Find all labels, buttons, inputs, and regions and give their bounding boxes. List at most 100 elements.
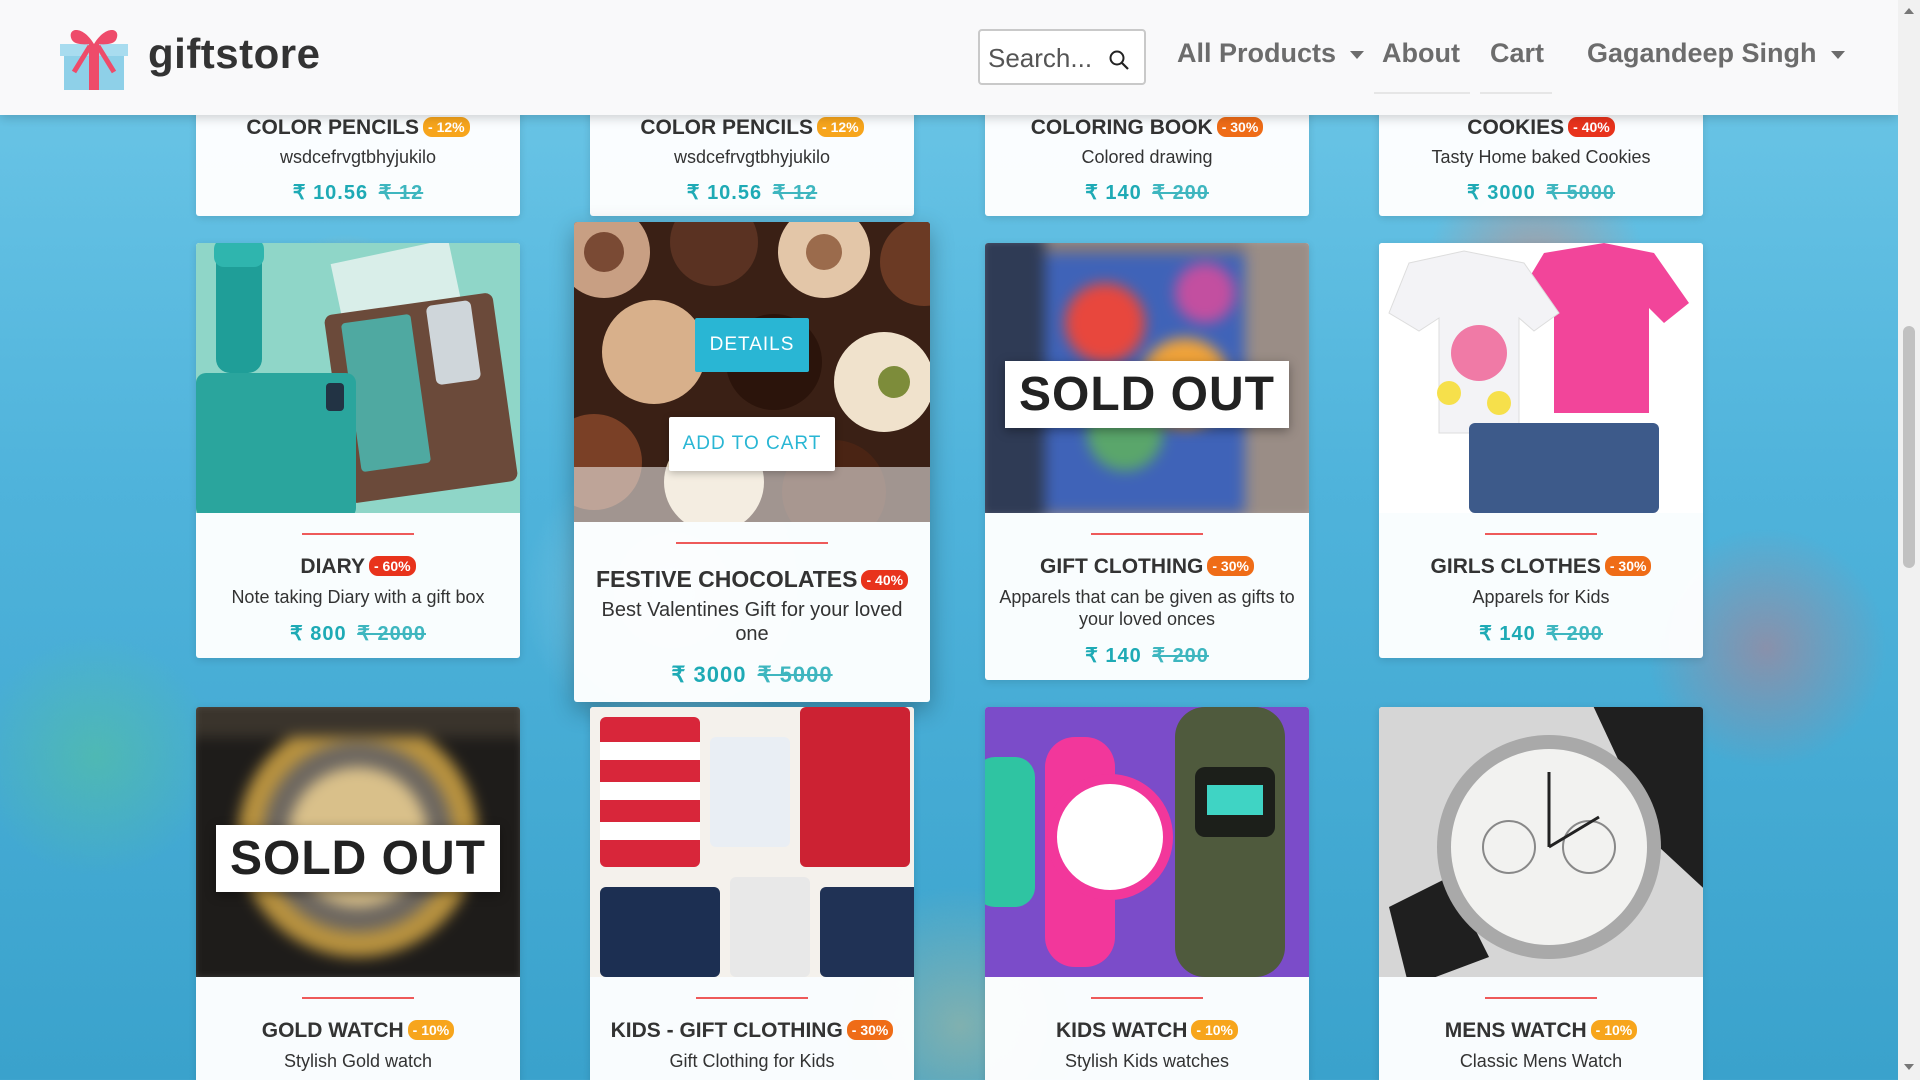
user-name: Gagandeep Singh [1587, 38, 1817, 68]
product-card-gold-watch[interactable]: SOLD OUT GOLD WATCH - 10% Stylish Gold wa… [196, 707, 520, 1080]
discount-badge: - 30% [1207, 556, 1254, 576]
product-price: ₹ 140 ₹ 200 [985, 180, 1309, 205]
product-description: Stylish Gold watch [283, 1051, 433, 1071]
divider [1485, 533, 1597, 535]
nav-all-products[interactable]: All Products [1177, 38, 1365, 69]
old-price: ₹ 200 [1152, 182, 1209, 204]
product-title: GOLD WATCH [261, 1019, 404, 1042]
gift-clothing-image: SOLD OUT [985, 243, 1309, 513]
current-price: ₹ 3000 [671, 662, 747, 687]
scroll-thumb[interactable] [1903, 326, 1915, 568]
product-title: KIDS WATCH [1055, 1019, 1188, 1042]
discount-badge: - 30% [1216, 117, 1264, 137]
nav-about[interactable]: About [1382, 38, 1460, 69]
product-price: ₹ 140 ₹ 200 [985, 643, 1309, 668]
product-price: ₹ 10.56 ₹ 12 [196, 180, 520, 205]
mens-watch-image [1379, 707, 1703, 977]
product-description: wsdcefrvgtbhyjukilo [279, 147, 437, 167]
search-icon[interactable] [1108, 49, 1130, 71]
product-card-girls-clothes[interactable]: GIRLS CLOTHES - 30% Apparels for Kids ₹ 1… [1379, 243, 1703, 658]
product-price: ₹ 3000 ₹ 5000 [1379, 180, 1703, 205]
product-description: Tasty Home baked Cookies [1431, 147, 1651, 167]
product-description: Apparels for Kids [1472, 587, 1610, 607]
kids-clothing-image [590, 707, 914, 977]
product-title: GIRLS CLOTHES [1430, 555, 1601, 578]
current-price: ₹ 800 [290, 623, 347, 645]
top-navbar: giftstore All Products About Cart Gagand… [0, 0, 1898, 115]
product-price: ₹ 10.56 ₹ 12 [590, 180, 914, 205]
old-price: ₹ 200 [1546, 623, 1603, 645]
old-price: ₹ 12 [378, 182, 424, 204]
old-price: ₹ 5000 [757, 662, 833, 687]
product-title: COLOR PENCILS [640, 116, 814, 139]
divider [676, 542, 828, 544]
gold-watch-image: SOLD OUT [196, 707, 520, 977]
current-price: ₹ 140 [1085, 182, 1142, 204]
product-title: COOKIES [1467, 116, 1565, 139]
sold-out-label: SOLD OUT [1005, 361, 1289, 428]
product-description: Gift Clothing for Kids [669, 1051, 835, 1071]
divider [1091, 533, 1203, 535]
discount-badge: - 12% [817, 117, 864, 137]
product-card-kids-clothing[interactable]: KIDS - GIFT CLOTHING - 30% Gift Clothing … [590, 707, 914, 1080]
product-description: Stylish Kids watches [1064, 1051, 1230, 1071]
divider [696, 997, 808, 999]
product-description: Best Valentines Gift for your loved one [601, 599, 903, 645]
product-title: KIDS - GIFT CLOTHING [610, 1019, 843, 1042]
product-card-kids-watch[interactable]: KIDS WATCH - 10% Stylish Kids watches [985, 707, 1309, 1080]
details-button[interactable]: DETAILS [695, 318, 809, 372]
divider [1091, 997, 1203, 999]
gift-logo-icon[interactable] [60, 22, 128, 92]
scroll-up-arrow-icon[interactable] [1904, 8, 1914, 14]
page-scrollbar[interactable] [1898, 0, 1920, 1080]
divider [302, 533, 414, 535]
current-price: ₹ 140 [1085, 645, 1142, 667]
discount-badge: - 60% [368, 556, 416, 576]
divider [1485, 997, 1597, 999]
search-input[interactable] [988, 41, 1108, 75]
scroll-down-arrow-icon[interactable] [1904, 1064, 1914, 1070]
discount-badge: - 30% [846, 1020, 894, 1040]
girls-clothes-image [1379, 243, 1703, 513]
product-price: ₹ 800 ₹ 2000 [196, 621, 520, 646]
add-to-cart-button[interactable]: ADD TO CART [669, 417, 835, 471]
product-price: ₹ 140 ₹ 200 [1379, 621, 1703, 646]
product-card-mens-watch[interactable]: MENS WATCH - 10% Classic Mens Watch [1379, 707, 1703, 1080]
product-card-diary[interactable]: DIARY - 60% Note taking Diary with a gift… [196, 243, 520, 658]
old-price: ₹ 200 [1152, 645, 1209, 667]
product-description: Apparels that can be given as gifts to y… [999, 587, 1295, 629]
product-title: DIARY [300, 555, 365, 578]
product-description: wsdcefrvgtbhyjukilo [673, 147, 831, 167]
nav-underline [1480, 92, 1552, 94]
discount-badge: - 30% [1604, 556, 1652, 576]
current-price: ₹ 140 [1479, 623, 1536, 645]
chevron-down-icon [1830, 50, 1845, 59]
brand-name[interactable]: giftstore [148, 30, 321, 78]
product-description: Note taking Diary with a gift box [231, 587, 485, 607]
divider [302, 997, 414, 999]
current-price: ₹ 10.56 [686, 182, 763, 204]
product-card-chocolates[interactable]: DETAILS ADD TO CART FESTIVE CHOCOLATES - … [574, 222, 930, 702]
current-price: ₹ 10.56 [292, 182, 369, 204]
product-price: ₹ 3000 ₹ 5000 [574, 662, 930, 688]
discount-badge: - 12% [423, 117, 470, 137]
kids-watch-image [985, 707, 1309, 977]
nav-user-menu[interactable]: Gagandeep Singh [1587, 38, 1845, 69]
discount-badge: - 10% [407, 1020, 455, 1040]
diary-image [196, 243, 520, 513]
nav-all-products-label: All Products [1177, 38, 1337, 68]
chocolates-image: DETAILS ADD TO CART [574, 222, 930, 522]
current-price: ₹ 3000 [1466, 182, 1536, 204]
product-title: COLOR PENCILS [246, 116, 420, 139]
discount-badge: - 40% [1568, 117, 1615, 137]
product-description: Colored drawing [1081, 147, 1213, 167]
nav-underline [1374, 92, 1470, 94]
product-title: FESTIVE CHOCOLATES [595, 566, 858, 592]
old-price: ₹ 2000 [357, 623, 426, 645]
product-description: Classic Mens Watch [1459, 1051, 1623, 1071]
old-price: ₹ 12 [772, 182, 818, 204]
product-card-gift-clothing[interactable]: SOLD OUT GIFT CLOTHING - 30% Apparels tha… [985, 243, 1309, 680]
product-title: MENS WATCH [1444, 1019, 1587, 1042]
chevron-down-icon [1350, 50, 1365, 59]
nav-cart[interactable]: Cart [1490, 38, 1544, 69]
